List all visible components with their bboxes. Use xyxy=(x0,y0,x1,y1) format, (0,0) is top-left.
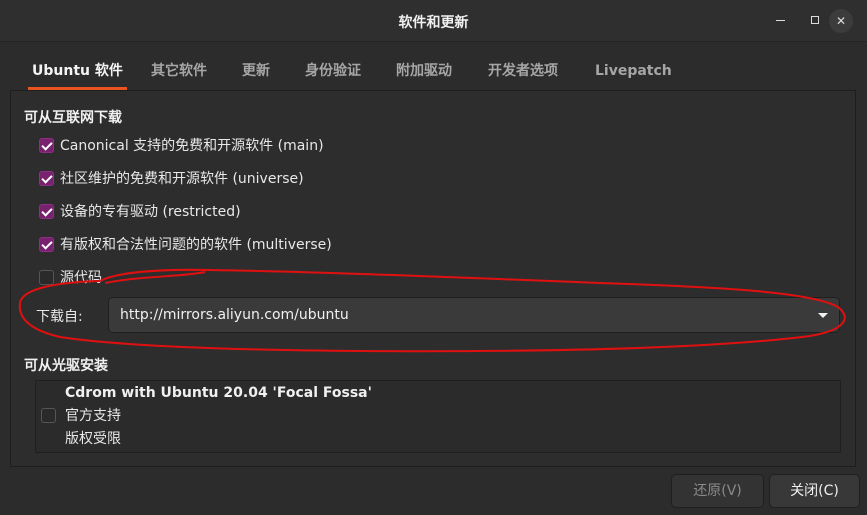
cdrom-checkbox[interactable] xyxy=(41,408,56,423)
checkbox-unchecked-icon[interactable] xyxy=(39,269,54,285)
checkbox-main-label: Canonical 支持的免费和开源软件 (main) xyxy=(60,138,324,154)
cdrom-line-restricted: 版权受限 xyxy=(65,431,121,447)
close-icon: ✕ xyxy=(835,14,847,28)
download-server-dropdown[interactable]: http://mirrors.aliyun.com/ubuntu xyxy=(108,297,840,333)
revert-button[interactable]: 还原(V) xyxy=(671,474,764,508)
tab-developer-options[interactable]: 开发者选项 xyxy=(484,52,562,90)
tab-ubuntu-software[interactable]: Ubuntu 软件 xyxy=(28,52,127,90)
checkbox-checked-icon[interactable] xyxy=(39,236,54,252)
tab-livepatch[interactable]: Livepatch xyxy=(591,52,676,90)
title-bar: 软件和更新 ✕ xyxy=(0,0,867,42)
maximize-button[interactable] xyxy=(805,11,825,31)
checkbox-multiverse[interactable]: 有版权和合法性问题的的软件 (multiverse) xyxy=(39,235,332,253)
tab-updates[interactable]: 更新 xyxy=(238,52,274,90)
download-server-value: http://mirrors.aliyun.com/ubuntu xyxy=(120,307,349,323)
checkbox-multiverse-label: 有版权和合法性问题的的软件 (multiverse) xyxy=(60,237,332,253)
cdrom-title: Cdrom with Ubuntu 20.04 'Focal Fossa' xyxy=(65,385,372,401)
close-window-button[interactable]: ✕ xyxy=(829,9,853,33)
download-from-label: 下载自: xyxy=(36,309,83,325)
tab-authentication[interactable]: 身份验证 xyxy=(301,52,365,90)
checkbox-checked-icon[interactable] xyxy=(39,170,54,186)
checkbox-restricted[interactable]: 设备的专有驱动 (restricted) xyxy=(39,202,241,220)
window-title: 软件和更新 xyxy=(398,15,469,31)
tab-bar: Ubuntu 软件 其它软件 更新 身份验证 附加驱动 开发者选项 Livepa… xyxy=(12,52,855,90)
tab-other-software[interactable]: 其它软件 xyxy=(147,52,211,90)
cdrom-section-heading: 可从光驱安装 xyxy=(24,358,108,374)
checkbox-checked-icon[interactable] xyxy=(39,137,54,153)
cdrom-list: Cdrom with Ubuntu 20.04 'Focal Fossa' 官方… xyxy=(35,380,841,453)
checkbox-source-code[interactable]: 源代码 xyxy=(39,268,102,286)
checkbox-restricted-label: 设备的专有驱动 (restricted) xyxy=(60,204,241,220)
close-button[interactable]: 关闭(C) xyxy=(769,474,860,508)
minimize-icon xyxy=(775,19,785,22)
minimize-button[interactable] xyxy=(770,11,790,31)
checkbox-source-code-label: 源代码 xyxy=(60,270,102,286)
checkbox-universe-label: 社区维护的免费和开源软件 (universe) xyxy=(60,171,304,187)
checkbox-checked-icon[interactable] xyxy=(39,203,54,219)
internet-section-heading: 可从互联网下载 xyxy=(24,110,122,126)
checkbox-universe[interactable]: 社区维护的免费和开源软件 (universe) xyxy=(39,169,304,187)
maximize-icon xyxy=(811,16,819,24)
cdrom-line-official: 官方支持 xyxy=(65,408,121,424)
tab-additional-drivers[interactable]: 附加驱动 xyxy=(392,52,456,90)
checkbox-main[interactable]: Canonical 支持的免费和开源软件 (main) xyxy=(39,136,324,154)
chevron-down-icon xyxy=(818,313,828,318)
